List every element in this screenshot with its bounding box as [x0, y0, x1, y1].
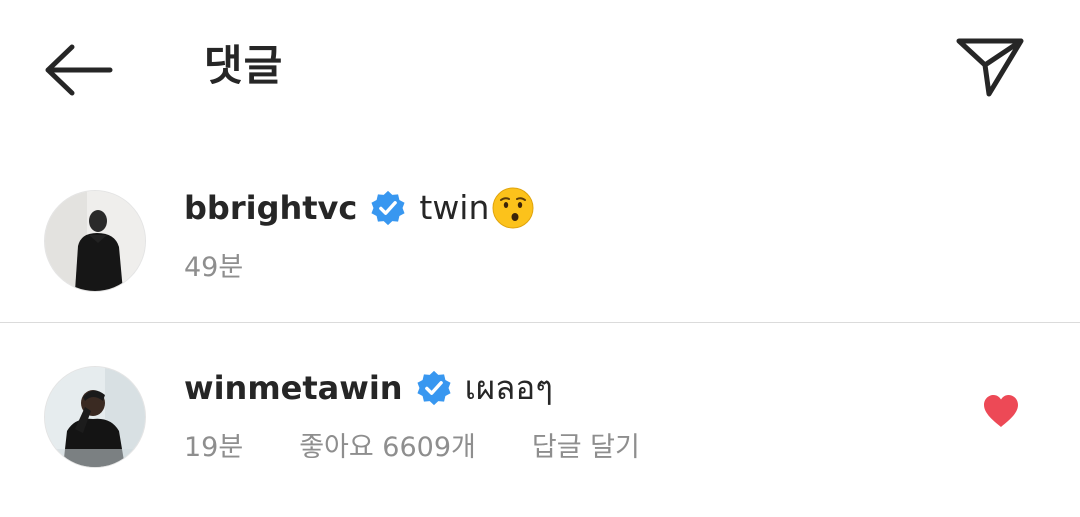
kissing-face-emoji-icon: [492, 187, 534, 229]
share-button[interactable]: [952, 30, 1028, 102]
likes-count[interactable]: 좋아요 6609개: [299, 430, 476, 466]
verified-badge-icon: [371, 190, 405, 226]
comment-item: bbrightvc twin 49분: [0, 170, 1080, 320]
like-button[interactable]: [982, 393, 1020, 429]
comment-content: winmetawin เผลอๆ: [184, 366, 553, 410]
comment-time: 19분: [184, 432, 244, 463]
header: 댓글: [0, 0, 1080, 135]
comment-meta: 49분: [184, 250, 299, 286]
comments-screen: 댓글 bbrightvc twin 49분 winmetawin เผลอๆ 1…: [0, 0, 1080, 517]
comment-meta: 19분 좋아요 6609개 답글 달기: [184, 430, 640, 466]
heart-icon: [984, 395, 1018, 427]
paper-plane-icon: [956, 38, 1024, 97]
avatar[interactable]: [45, 191, 145, 291]
comment-text: twin: [419, 188, 490, 227]
divider: [0, 322, 1080, 323]
username[interactable]: bbrightvc: [184, 186, 357, 230]
avatar-image: [45, 191, 145, 291]
reply-button[interactable]: 답글 달기: [532, 430, 640, 466]
avatar[interactable]: [45, 367, 145, 467]
comment-text: เผลอๆ: [464, 368, 553, 407]
comment-time: 49분: [184, 252, 244, 283]
comment-content: bbrightvc twin: [184, 186, 535, 230]
back-button[interactable]: [40, 38, 116, 102]
avatar-image: [45, 367, 145, 467]
page-title: 댓글: [204, 41, 284, 90]
arrow-left-icon: [45, 44, 113, 96]
verified-badge-icon: [417, 370, 451, 406]
comment-item: winmetawin เผลอๆ 19분 좋아요 6609개 답글 달기: [0, 345, 1080, 495]
username[interactable]: winmetawin: [184, 366, 403, 410]
